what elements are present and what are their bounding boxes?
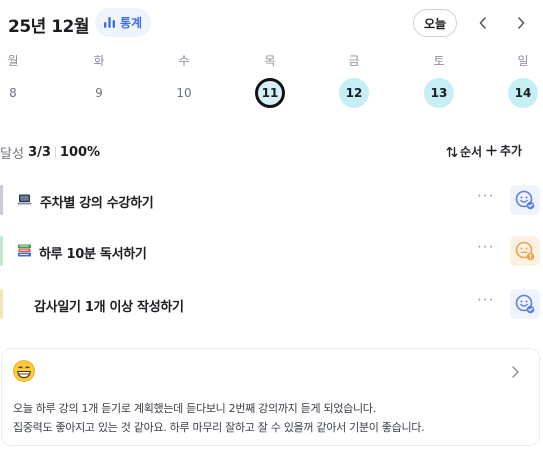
weekday-label: 월: [7, 54, 19, 68]
achievement-percent: 100%: [59, 145, 101, 160]
weekday-label: 화: [93, 54, 105, 68]
weekday-label: 토: [433, 54, 445, 68]
diary-text-line: 오늘 하루 강의 1개 듣기로 계획했는데 듣다보니 2번째 강의까지 듣게 되…: [13, 402, 376, 415]
stats-button[interactable]: 통계: [95, 8, 152, 37]
divider: [54, 147, 56, 158]
task-more-button[interactable]: ···: [477, 238, 494, 256]
task-color-bar: [0, 185, 3, 215]
diary-text-line: 집중력도 좋아지고 있는 것 같아요. 하루 마무리 잘하고 잘 수 있을꺼 같…: [13, 421, 425, 434]
day-cell[interactable]: 12: [339, 78, 369, 108]
chevron-right-icon[interactable]: [507, 364, 523, 380]
task-item[interactable]: 주차별 강의 수강하기 ···: [0, 183, 543, 217]
task-color-bar: [0, 236, 3, 266]
weekday-label: 목: [264, 54, 276, 68]
task-more-button[interactable]: ···: [477, 291, 494, 309]
day-cell-selected[interactable]: 11: [255, 78, 285, 108]
task-item[interactable]: 하루 10분 독서하기 ···: [0, 234, 543, 268]
task-item[interactable]: 감사일기 1개 이상 작성하기 ···: [0, 287, 543, 321]
mood-button[interactable]: [510, 185, 540, 215]
achievement-count: 3/3: [28, 145, 51, 160]
grinning-face-icon: [13, 360, 35, 382]
prev-week-button[interactable]: [471, 11, 495, 35]
chevron-right-icon: [518, 17, 525, 29]
weekday-label: 일: [517, 54, 529, 68]
day-cell[interactable]: 13: [424, 78, 454, 108]
bar-chart-icon: [104, 17, 115, 28]
task-title: 감사일기 1개 이상 작성하기: [34, 300, 184, 315]
plus-icon: [486, 145, 497, 156]
task-color-bar: [0, 289, 3, 319]
calendar-header: 25년 12월 통계 오늘: [0, 6, 543, 38]
books-icon: [18, 244, 31, 257]
chevron-left-icon: [479, 17, 486, 29]
task-more-button[interactable]: ···: [477, 187, 494, 205]
task-title: 하루 10분 독서하기: [39, 247, 147, 262]
day-cell[interactable]: 10: [169, 78, 199, 108]
achievement-summary: 달성 3/3 100%: [0, 143, 100, 162]
sort-order-label: 순서: [460, 145, 483, 159]
weekday-label: 수: [178, 54, 190, 68]
day-cell[interactable]: 9: [84, 78, 114, 108]
add-task-button[interactable]: 추가: [486, 142, 522, 159]
sort-arrows-icon: [446, 146, 458, 157]
orange-face-icon: [515, 241, 535, 261]
next-week-button[interactable]: [509, 11, 533, 35]
diary-card[interactable]: 오늘 하루 강의 1개 듣기로 계획했는데 듣다보니 2번째 강의까지 듣게 되…: [1, 348, 540, 446]
mood-button[interactable]: [510, 236, 540, 266]
today-button[interactable]: 오늘: [413, 9, 457, 37]
stats-label: 통계: [120, 16, 143, 30]
blue-smile-icon: [515, 294, 535, 314]
blue-smile-icon: [515, 190, 535, 210]
sort-order-button[interactable]: 순서: [446, 143, 482, 160]
weekday-label: 금: [348, 54, 360, 68]
achievement-label: 달성: [0, 147, 24, 162]
task-title: 주차별 강의 수강하기: [40, 196, 154, 211]
add-task-label: 추가: [500, 144, 523, 158]
month-title: 25년 12월: [8, 17, 90, 37]
mood-button[interactable]: [510, 289, 540, 319]
laptop-icon: [17, 194, 32, 205]
day-cell[interactable]: 8: [0, 78, 28, 108]
day-cell[interactable]: 14: [508, 78, 538, 108]
